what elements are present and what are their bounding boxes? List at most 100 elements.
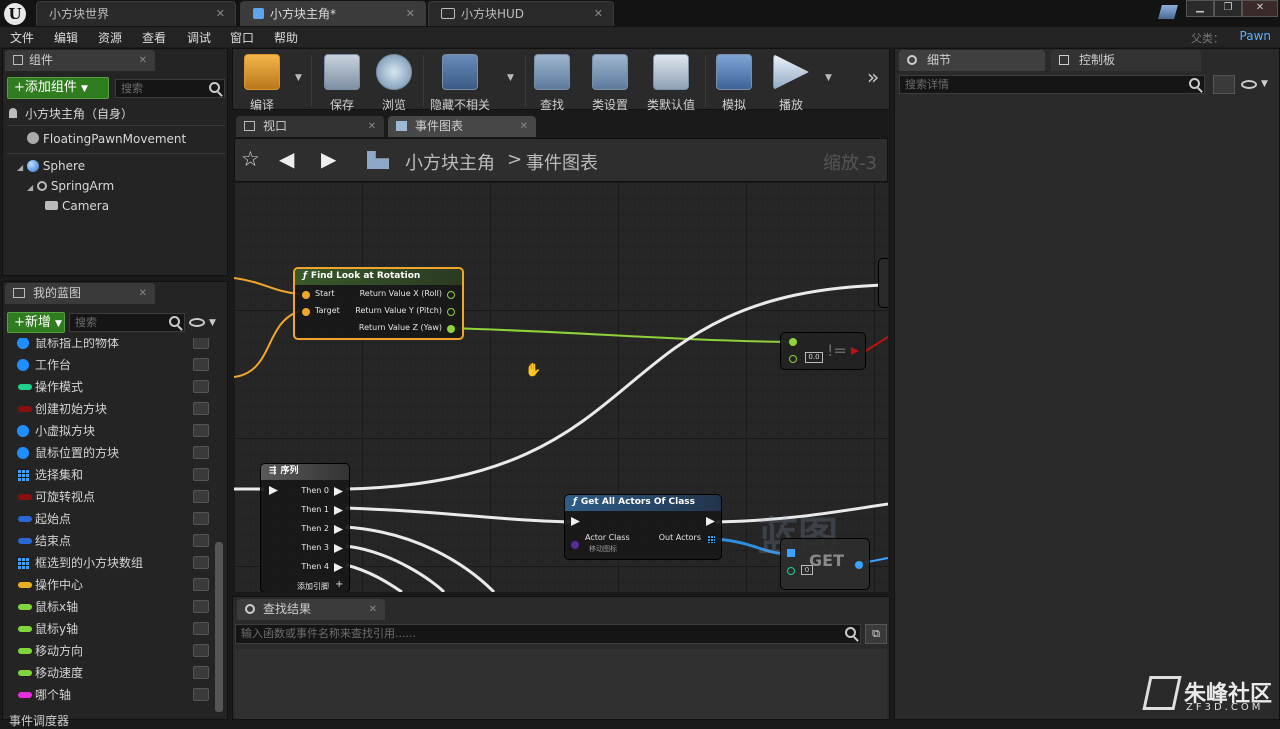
- eye-icon[interactable]: [189, 318, 205, 327]
- source-control-icon[interactable]: [1158, 5, 1178, 19]
- tab-components[interactable]: 组件 ✕: [5, 50, 155, 71]
- find-look-at-rotation-node[interactable]: ƒ Find Look at Rotation Start Target Retu…: [293, 267, 464, 340]
- visibility-toggle-icon[interactable]: [193, 468, 209, 481]
- find-results-input[interactable]: 输入函数或事件名称来查找引用......: [235, 624, 861, 644]
- property-matrix-icon[interactable]: [1213, 75, 1235, 94]
- add-component-button[interactable]: +添加组件 ▼: [7, 77, 109, 99]
- sequence-node[interactable]: ⇶ 序列 Then 0 Then 1 Then 2 Then 3 Then 4 添加引脚 …: [260, 463, 350, 592]
- visibility-toggle-icon[interactable]: [193, 578, 209, 591]
- get-all-actors-of-class-node[interactable]: ƒ Get All Actors Of Class Actor Class 移动图…: [564, 494, 722, 560]
- variable-row[interactable]: 鼠标指上的物体: [7, 338, 215, 354]
- breadcrumb-root[interactable]: 小方块主角: [405, 149, 495, 175]
- chevron-down-icon[interactable]: ▼: [1261, 79, 1268, 89]
- index-pin[interactable]: [787, 567, 795, 575]
- variable-row[interactable]: 鼠标x轴: [7, 596, 215, 618]
- maximize-button[interactable]: ❐: [1214, 0, 1242, 17]
- variable-row[interactable]: 移动速度: [7, 662, 215, 684]
- menu-view[interactable]: 查看: [142, 29, 166, 46]
- sequence-out-pin[interactable]: [334, 563, 343, 572]
- visibility-toggle-icon[interactable]: [193, 446, 209, 459]
- component-camera[interactable]: Camera: [45, 199, 109, 213]
- a-pin[interactable]: [789, 338, 797, 346]
- components-search-input[interactable]: 搜索: [115, 79, 225, 98]
- compile-button[interactable]: 编译: [239, 52, 285, 112]
- variable-row[interactable]: 可旋转视点: [7, 486, 215, 508]
- menu-file[interactable]: 文件: [10, 29, 34, 46]
- variable-row[interactable]: 鼠标y轴: [7, 618, 215, 640]
- b-value-field[interactable]: 0.0: [805, 352, 823, 363]
- component-sphere[interactable]: ◢ Sphere: [17, 159, 85, 173]
- tab-my-blueprint[interactable]: 我的蓝图 ✕: [5, 283, 155, 304]
- menu-debug[interactable]: 调试: [187, 29, 211, 46]
- scrollbar[interactable]: [215, 542, 223, 712]
- component-spring-arm[interactable]: ◢ SpringArm: [27, 179, 114, 193]
- visibility-toggle-icon[interactable]: [193, 644, 209, 657]
- visibility-toggle-icon[interactable]: [193, 512, 209, 525]
- item-output-pin[interactable]: [855, 561, 863, 569]
- get-array-node[interactable]: 0 GET: [780, 538, 870, 590]
- variable-row[interactable]: 鼠标位置的方块: [7, 442, 215, 464]
- component-floating-pawn-movement[interactable]: FloatingPawnMovement: [27, 132, 186, 146]
- save-button[interactable]: 保存: [319, 52, 365, 112]
- exec-out-pin[interactable]: [706, 517, 715, 526]
- new-button[interactable]: +新增 ▼: [7, 312, 65, 333]
- visibility-toggle-icon[interactable]: [193, 666, 209, 679]
- bool-output-pin[interactable]: [851, 347, 859, 355]
- b-pin[interactable]: [789, 355, 797, 363]
- visibility-toggle-icon[interactable]: [193, 688, 209, 701]
- variable-row[interactable]: 工作台: [7, 354, 215, 376]
- visibility-toggle-icon[interactable]: [193, 358, 209, 371]
- hide-unrelated-button[interactable]: 隐藏不相关: [427, 52, 493, 112]
- eye-icon[interactable]: [1241, 80, 1257, 89]
- binoculars-button[interactable]: ⧉: [865, 624, 887, 644]
- close-icon[interactable]: ✕: [594, 2, 603, 26]
- variable-row[interactable]: 结束点: [7, 530, 215, 552]
- close-icon[interactable]: ✕: [520, 116, 528, 137]
- tab-palette[interactable]: 控制板: [1051, 50, 1201, 71]
- close-icon[interactable]: ✕: [139, 283, 147, 304]
- window-tab-hero[interactable]: 小方块主角* ✕: [240, 1, 426, 26]
- actor-class-dropdown[interactable]: 移动图标: [589, 544, 617, 554]
- close-icon[interactable]: ✕: [369, 599, 377, 620]
- offscreen-node[interactable]: [878, 258, 888, 308]
- close-icon[interactable]: ✕: [139, 50, 147, 71]
- pitch-output-pin[interactable]: [447, 308, 455, 316]
- add-pin-button[interactable]: 添加引脚: [297, 581, 329, 592]
- exec-in-pin[interactable]: [571, 517, 580, 526]
- roll-output-pin[interactable]: [447, 291, 455, 299]
- find-button[interactable]: 查找: [529, 52, 575, 112]
- back-arrow-icon[interactable]: ◀: [279, 147, 294, 171]
- expand-arrow-icon[interactable]: ◢: [27, 183, 33, 192]
- not-equal-node[interactable]: 0.0 !=: [780, 332, 866, 370]
- variable-row[interactable]: 小虚拟方块: [7, 420, 215, 442]
- variable-row[interactable]: 起始点: [7, 508, 215, 530]
- visibility-toggle-icon[interactable]: [193, 424, 209, 437]
- yaw-output-pin[interactable]: [447, 325, 455, 333]
- variable-row[interactable]: 移动方向: [7, 640, 215, 662]
- menu-window[interactable]: 窗口: [230, 29, 254, 46]
- close-icon[interactable]: ✕: [216, 2, 225, 26]
- menu-edit[interactable]: 编辑: [54, 29, 78, 46]
- menu-help[interactable]: 帮助: [274, 29, 298, 46]
- sequence-out-pin[interactable]: [334, 544, 343, 553]
- start-pin[interactable]: [302, 291, 310, 299]
- array-output-pin[interactable]: [707, 535, 715, 543]
- overflow-chevron-icon[interactable]: »: [867, 65, 879, 89]
- variable-row[interactable]: 选择集和: [7, 464, 215, 486]
- exec-in-pin[interactable]: [269, 486, 278, 495]
- variable-row[interactable]: 操作中心: [7, 574, 215, 596]
- class-settings-button[interactable]: 类设置: [585, 52, 635, 112]
- forward-arrow-icon[interactable]: ▶: [321, 147, 336, 171]
- sequence-out-pin[interactable]: [334, 487, 343, 496]
- sequence-out-pin[interactable]: [334, 525, 343, 534]
- visibility-toggle-icon[interactable]: [193, 338, 209, 349]
- target-pin[interactable]: [302, 308, 310, 316]
- chevron-down-icon[interactable]: ▼: [209, 318, 216, 328]
- close-icon[interactable]: ✕: [368, 116, 376, 137]
- window-tab-world[interactable]: 小方块世界 ✕: [36, 1, 236, 26]
- minimize-button[interactable]: ▁: [1186, 0, 1214, 17]
- close-window-button[interactable]: ✕: [1242, 0, 1278, 17]
- expand-arrow-icon[interactable]: ◢: [17, 163, 23, 172]
- variable-row[interactable]: 创建初始方块: [7, 398, 215, 420]
- favorite-star-icon[interactable]: ☆: [241, 147, 260, 171]
